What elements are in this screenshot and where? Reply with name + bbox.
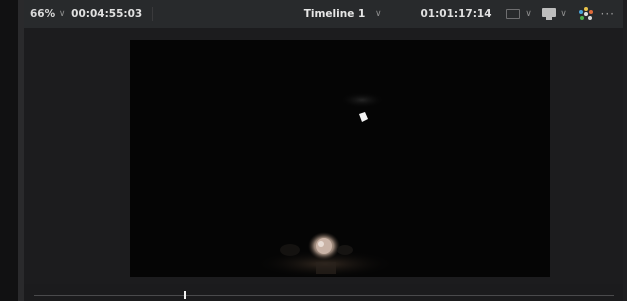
timeline-name[interactable]: Timeline 1 (304, 8, 366, 20)
viewer-scrubber[interactable] (24, 284, 623, 301)
ellipsis-icon[interactable]: ··· (601, 7, 615, 21)
viewer-stage (24, 28, 623, 284)
color-bypass-button[interactable] (571, 4, 601, 24)
source-timecode: 00:04:55:03 (71, 8, 143, 20)
color-wheel-icon (578, 7, 593, 21)
display-icon (541, 8, 556, 20)
timeline-viewer: 66% ∨ 00:04:55:03 Timeline 1 ∨ 01:01:17:… (24, 0, 623, 301)
scrubber-track[interactable] (34, 295, 614, 296)
right-panel-edge (623, 0, 627, 301)
toolbar-divider (152, 7, 154, 21)
chevron-down-icon[interactable]: ∨ (522, 9, 536, 19)
chevron-down-icon[interactable]: ∨ (55, 9, 69, 19)
record-timecode: 01:01:17:14 (420, 8, 492, 20)
zoom-level[interactable]: 66% (24, 8, 55, 20)
viewer-mode-button[interactable] (502, 4, 522, 24)
video-frame[interactable] (130, 40, 550, 277)
viewer-toolbar: 66% ∨ 00:04:55:03 Timeline 1 ∨ 01:01:17:… (24, 0, 623, 28)
left-panel-edge (0, 0, 24, 301)
video-frame-image (130, 40, 550, 277)
monitor-icon (505, 9, 520, 19)
output-display-button[interactable] (536, 4, 557, 24)
playhead[interactable] (183, 291, 186, 299)
chevron-down-icon[interactable]: ∨ (371, 9, 385, 19)
chevron-down-icon[interactable]: ∨ (557, 9, 571, 19)
